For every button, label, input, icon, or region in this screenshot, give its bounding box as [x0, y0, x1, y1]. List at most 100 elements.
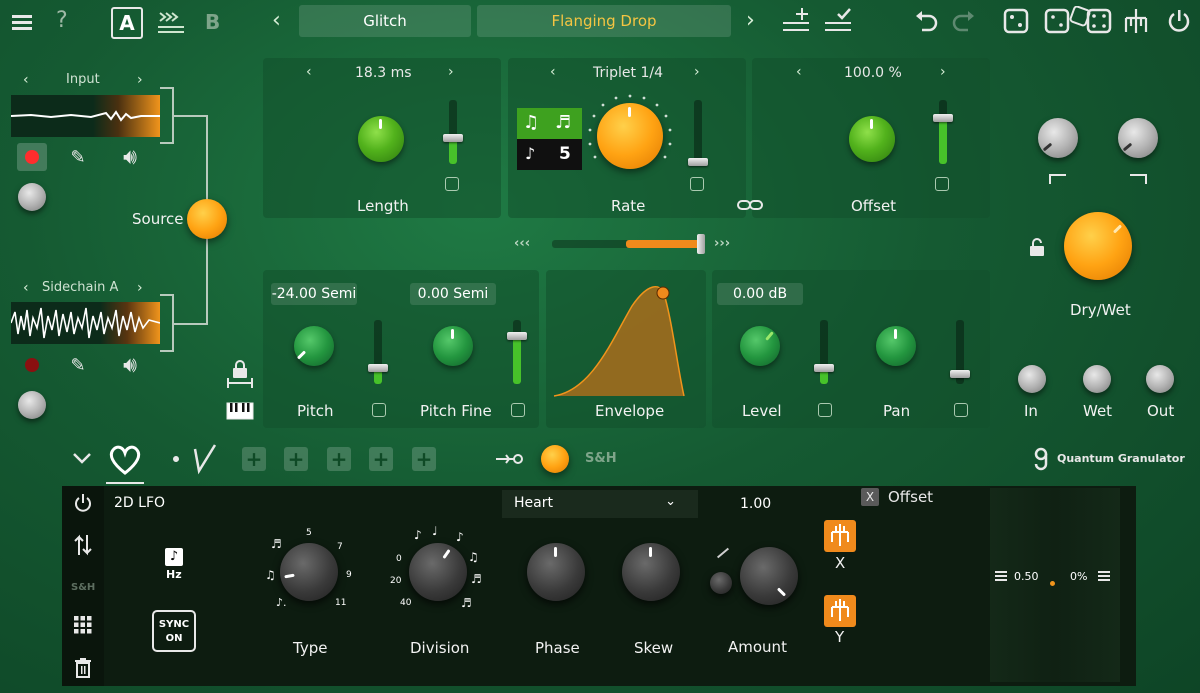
wet-knob[interactable] [1083, 365, 1111, 393]
phase-knob[interactable] [527, 543, 585, 601]
envelope-graph[interactable] [552, 280, 702, 398]
pitch-random-icon[interactable] [372, 403, 386, 417]
rate-random-icon[interactable] [690, 177, 704, 191]
mod-source-knob[interactable] [541, 445, 569, 473]
amount-knob[interactable] [740, 547, 798, 605]
random-dice-icon[interactable] [1002, 7, 1030, 35]
undo-icon[interactable] [912, 6, 940, 36]
redo-icon[interactable] [950, 6, 978, 36]
input-gain-knob[interactable] [18, 183, 46, 211]
lfo-delete-icon[interactable] [72, 656, 94, 680]
offset-prev-arrow[interactable]: ‹ [796, 64, 802, 80]
level-slider-thumb[interactable] [814, 364, 834, 372]
add-mod-slot-5[interactable]: + [412, 447, 436, 471]
rate-slider[interactable] [694, 100, 702, 164]
pan-slider-thumb[interactable] [950, 370, 970, 378]
pan-knob[interactable] [876, 326, 916, 366]
sidechain-pencil-icon[interactable]: ✎ [66, 351, 90, 379]
out-knob[interactable] [1146, 365, 1174, 393]
length-knob[interactable] [358, 116, 404, 162]
rate-note-icon[interactable]: ♪ [165, 548, 183, 566]
lfo-grid-icon[interactable] [72, 614, 94, 636]
collapse-chevron-icon[interactable] [70, 448, 94, 468]
pitch-knob[interactable] [294, 326, 334, 366]
source-knob[interactable] [187, 199, 227, 239]
speaker-icon[interactable]: 🔊︎ [114, 143, 146, 171]
pan-random-icon[interactable] [954, 403, 968, 417]
add-mod-slot-1[interactable]: + [242, 447, 266, 471]
offset-random-icon[interactable] [935, 177, 949, 191]
pitch-fine-slider-thumb[interactable] [507, 332, 527, 340]
length-slider-thumb[interactable] [443, 134, 463, 142]
range-icon[interactable] [226, 377, 254, 389]
remove-target-button[interactable]: X [861, 488, 879, 506]
length-prev-arrow[interactable]: ‹ [306, 64, 312, 80]
division-knob[interactable] [409, 543, 467, 601]
position-left-arrows[interactable]: ‹‹‹ [514, 236, 530, 251]
save-preset-icon[interactable] [822, 5, 856, 37]
preset-selector[interactable]: Flanging Drop [477, 5, 731, 37]
length-random-icon[interactable] [445, 177, 459, 191]
lfo-power-icon[interactable] [72, 492, 94, 514]
sidechain-gain-knob[interactable] [18, 391, 46, 419]
sidechain-record-button[interactable] [17, 351, 47, 379]
rate-prev-arrow[interactable]: ‹ [550, 64, 556, 80]
lfo-x-output-icon[interactable] [824, 520, 856, 552]
record-button[interactable] [17, 143, 47, 171]
keyboard-icon[interactable] [226, 401, 254, 421]
lfo-y-output-icon[interactable] [824, 595, 856, 627]
lfo-amount-value[interactable]: 1.00 [740, 496, 771, 512]
target-value[interactable]: 0.50 [1014, 570, 1039, 583]
position-right-arrows[interactable]: ››› [714, 236, 730, 251]
add-mod-slot-2[interactable]: + [284, 447, 308, 471]
lfo-sh-toggle[interactable]: S&H [71, 582, 95, 593]
offset-knob[interactable] [849, 116, 895, 162]
rate-slider-thumb[interactable] [688, 158, 708, 166]
level-random-icon[interactable] [818, 403, 832, 417]
length-next-arrow[interactable]: › [448, 64, 454, 80]
type-knob[interactable] [280, 543, 338, 601]
heart-lfo-tab-icon[interactable] [106, 438, 144, 484]
sidechain-prev-arrow[interactable]: ‹ [23, 280, 29, 296]
position-slider-thumb[interactable] [697, 234, 705, 254]
pitch-fine-value[interactable]: 0.00 Semi [410, 283, 496, 305]
grain-shape-left-knob[interactable] [1038, 118, 1078, 158]
mod-connect-icon[interactable] [496, 450, 524, 468]
offset-next-arrow[interactable]: › [940, 64, 946, 80]
lfo-shape-dropdown[interactable]: Heart ⌄ [502, 490, 698, 518]
offset-slider-thumb[interactable] [933, 114, 953, 122]
rate-value[interactable]: Triplet 1/4 [593, 65, 663, 81]
pitch-value[interactable]: -24.00 Semi [271, 283, 357, 305]
rate-mode-grid[interactable]: ♫ ♬ ♪ 5 [517, 108, 582, 170]
division-number[interactable]: 5 [559, 144, 571, 164]
add-mod-slot-3[interactable]: + [327, 447, 351, 471]
help-button[interactable]: ? [56, 8, 68, 33]
amount-mod-depth-knob[interactable] [710, 572, 732, 594]
input-next-arrow[interactable]: › [137, 72, 143, 88]
link-icon[interactable] [736, 196, 764, 214]
drywet-lock-icon[interactable] [1028, 236, 1046, 258]
triplet-note-icon[interactable]: ♬ [555, 112, 571, 133]
skew-knob[interactable] [622, 543, 680, 601]
copy-a-to-b-icon[interactable] [156, 8, 186, 36]
routing-icon[interactable] [1120, 5, 1152, 37]
preset-prev-arrow[interactable]: ‹ [272, 8, 281, 33]
preset-next-arrow[interactable]: › [746, 8, 755, 33]
sample-hold-tab[interactable]: S&H [585, 451, 617, 466]
random-dice-multi-icon[interactable] [1044, 5, 1114, 37]
envelope-follower-tab-icon[interactable] [166, 440, 232, 476]
pencil-icon[interactable]: ✎ [66, 143, 90, 171]
hz-label[interactable]: Hz [166, 568, 182, 581]
rate-next-arrow[interactable]: › [694, 64, 700, 80]
preset-a-button[interactable]: A [111, 7, 143, 39]
drywet-knob[interactable] [1064, 212, 1132, 280]
target-min-handle-icon[interactable] [994, 569, 1008, 583]
menu-icon[interactable] [10, 10, 34, 34]
offset-value[interactable]: 100.0 % [844, 65, 902, 81]
pitch-fine-random-icon[interactable] [511, 403, 525, 417]
input-prev-arrow[interactable]: ‹ [23, 72, 29, 88]
lfo-bipolar-icon[interactable] [72, 532, 94, 558]
preset-b-button[interactable]: B [205, 10, 220, 34]
in-knob[interactable] [1018, 365, 1046, 393]
add-mod-slot-4[interactable]: + [369, 447, 393, 471]
